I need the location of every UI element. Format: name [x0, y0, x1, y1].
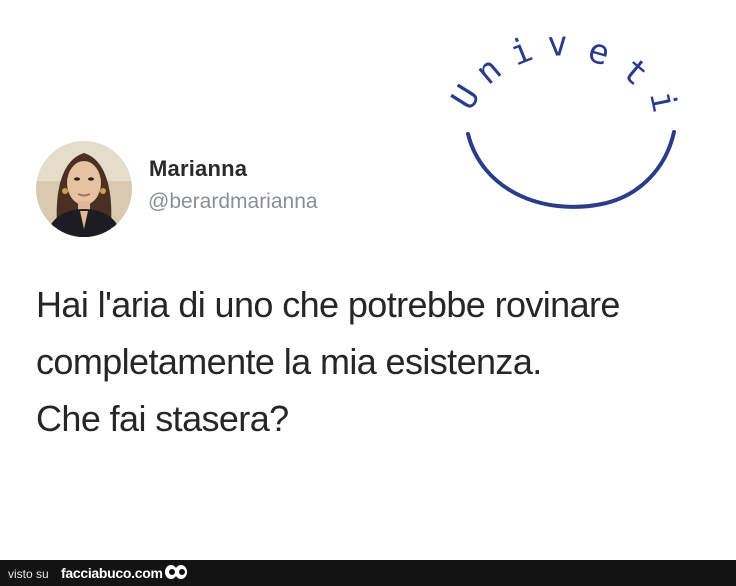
user-handle[interactable]: @berardmarianna [148, 190, 318, 214]
univeti-watermark-logo: U n i v e t i [444, 24, 685, 209]
footer-prefix: visto su [8, 567, 49, 581]
tweet-text: Hai l'aria di uno che potrebbe rovinare … [36, 276, 726, 447]
footer-site-link[interactable]: facciabuco.com [61, 565, 163, 581]
watermark-letter: v [546, 24, 569, 65]
watermark-letter: e [584, 30, 615, 74]
tweet-text-line: Hai l'aria di uno che potrebbe rovinare [36, 284, 620, 325]
eyes-logo-icon [165, 565, 187, 579]
watermark-letter: t [614, 50, 655, 94]
site-footer-bar: visto su facciabuco.com [0, 560, 736, 586]
watermark-letter: U [444, 78, 489, 117]
avatar-photo [36, 141, 132, 237]
watermark-letter: n [468, 49, 509, 93]
watermark-letter: i [504, 30, 538, 75]
tweet-text-line: Che fai stasera? [36, 398, 289, 439]
watermark-letter: i [641, 88, 684, 116]
tweet-card: Marianna @berardmarianna U n i v e t i H… [0, 0, 736, 560]
tweet-text-line: completamente la mia esistenza. [36, 341, 542, 382]
avatar[interactable] [36, 141, 132, 237]
display-name[interactable]: Marianna [149, 156, 247, 182]
smile-arc [466, 130, 676, 209]
